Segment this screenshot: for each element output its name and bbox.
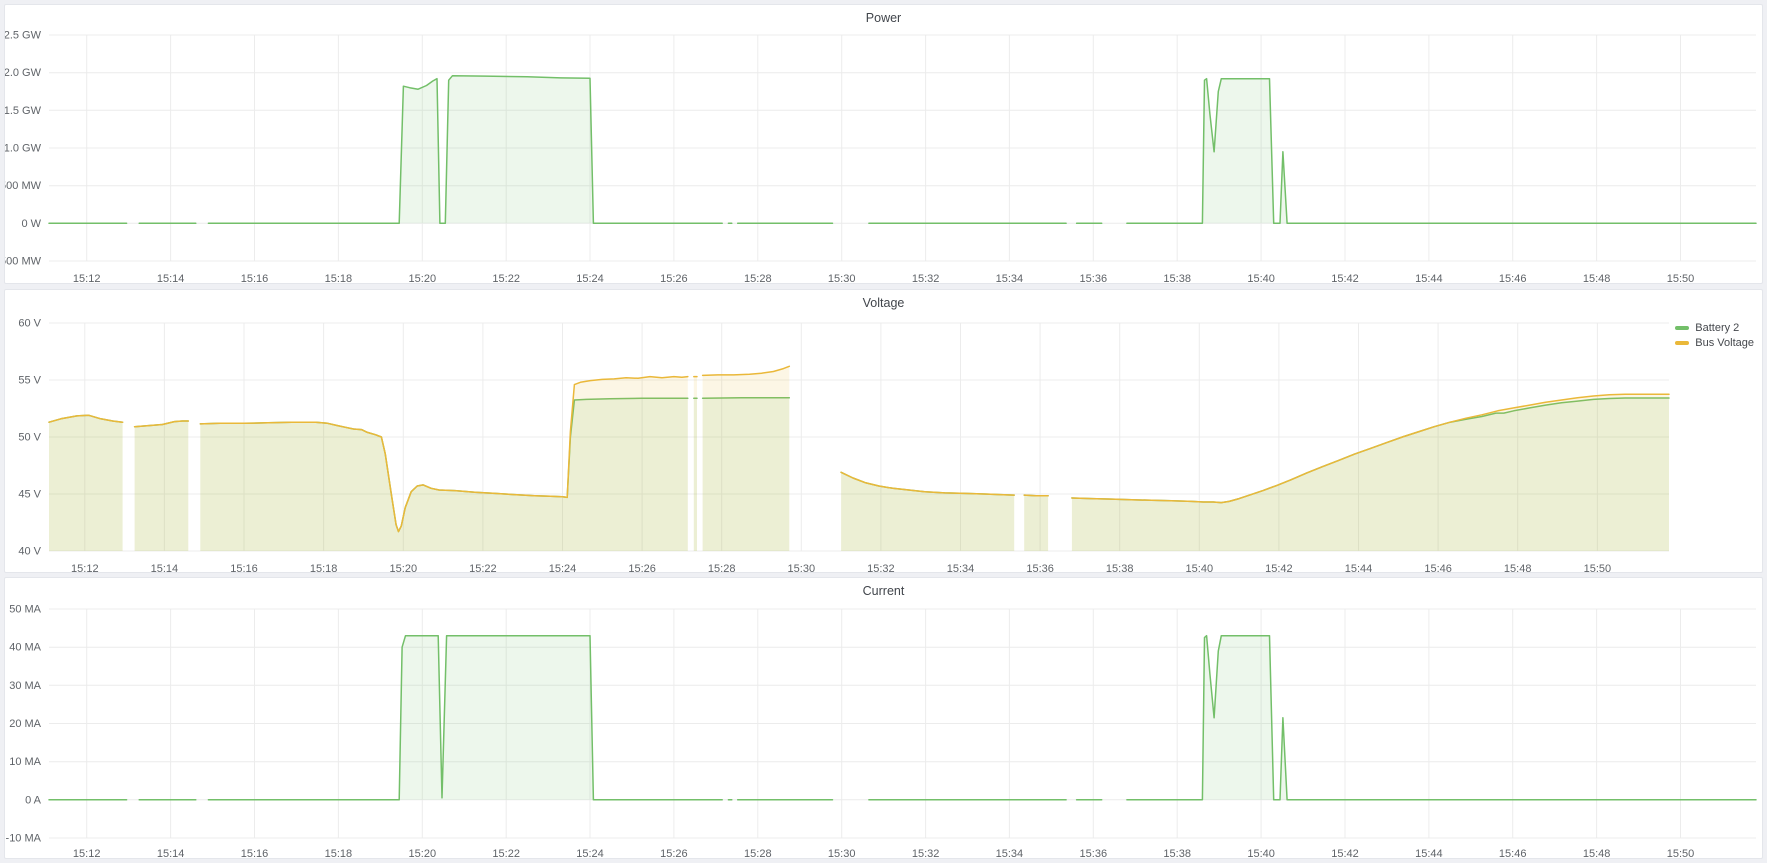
svg-text:15:50: 15:50 bbox=[1667, 848, 1695, 858]
panel-current-title[interactable]: Current bbox=[5, 584, 1762, 598]
svg-text:2.0 GW: 2.0 GW bbox=[5, 67, 42, 79]
svg-text:0 W: 0 W bbox=[21, 218, 41, 230]
svg-text:15:44: 15:44 bbox=[1415, 848, 1443, 858]
svg-text:50 MA: 50 MA bbox=[9, 604, 41, 616]
svg-text:15:26: 15:26 bbox=[660, 848, 688, 858]
svg-text:15:24: 15:24 bbox=[549, 563, 577, 572]
legend-item-battery-2[interactable]: Battery 2 bbox=[1675, 320, 1754, 335]
svg-text:15:46: 15:46 bbox=[1499, 848, 1527, 858]
legend-label-bus-voltage: Bus Voltage bbox=[1695, 337, 1754, 349]
legend-item-bus-voltage[interactable]: Bus Voltage bbox=[1675, 335, 1754, 350]
panel-voltage: Voltage 60 V 55 V 50 V 45 V 40 V 15:12 15:14 15… bbox=[4, 289, 1763, 573]
svg-text:15:34: 15:34 bbox=[996, 273, 1024, 283]
panel-voltage-title[interactable]: Voltage bbox=[5, 296, 1762, 310]
svg-text:30 MA: 30 MA bbox=[9, 680, 41, 692]
svg-text:15:20: 15:20 bbox=[409, 848, 437, 858]
svg-text:15:34: 15:34 bbox=[996, 848, 1024, 858]
grafana-dashboard: { "colors": { "green": "#73bf69", "green… bbox=[0, 0, 1767, 863]
svg-text:50 V: 50 V bbox=[18, 432, 41, 444]
battery-2-series-swatch bbox=[1675, 326, 1689, 330]
svg-text:15:44: 15:44 bbox=[1345, 563, 1373, 572]
svg-text:-10 MA: -10 MA bbox=[6, 833, 42, 845]
svg-text:15:22: 15:22 bbox=[492, 273, 520, 283]
svg-text:15:34: 15:34 bbox=[947, 563, 975, 572]
svg-text:15:24: 15:24 bbox=[576, 273, 604, 283]
svg-text:15:12: 15:12 bbox=[73, 848, 101, 858]
svg-text:15:28: 15:28 bbox=[708, 563, 736, 572]
svg-text:15:18: 15:18 bbox=[325, 273, 353, 283]
svg-text:15:12: 15:12 bbox=[71, 563, 99, 572]
svg-text:20 MA: 20 MA bbox=[9, 718, 41, 730]
svg-text:15:38: 15:38 bbox=[1106, 563, 1134, 572]
svg-text:15:36: 15:36 bbox=[1080, 273, 1108, 283]
svg-text:15:12: 15:12 bbox=[73, 273, 101, 283]
legend-label-battery-2: Battery 2 bbox=[1695, 322, 1739, 334]
svg-text:15:48: 15:48 bbox=[1583, 848, 1611, 858]
panel-power: Power 2.5 GW 2.0 GW 1.5 GW 1.0 GW 500 MW 0 W -… bbox=[4, 4, 1763, 284]
svg-text:0 A: 0 A bbox=[25, 794, 42, 806]
svg-text:15:28: 15:28 bbox=[744, 848, 772, 858]
power-chart-canvas[interactable]: 2.5 GW 2.0 GW 1.5 GW 1.0 GW 500 MW 0 W -500 MW… bbox=[5, 5, 1762, 283]
svg-text:15:16: 15:16 bbox=[241, 848, 269, 858]
svg-text:15:32: 15:32 bbox=[912, 273, 940, 283]
svg-text:15:18: 15:18 bbox=[310, 563, 338, 572]
svg-text:15:40: 15:40 bbox=[1247, 273, 1275, 283]
svg-text:45 V: 45 V bbox=[18, 489, 41, 501]
svg-text:15:42: 15:42 bbox=[1331, 273, 1359, 283]
svg-text:15:42: 15:42 bbox=[1265, 563, 1293, 572]
svg-text:15:14: 15:14 bbox=[157, 848, 185, 858]
svg-text:15:32: 15:32 bbox=[867, 563, 895, 572]
panel-current-plot[interactable]: 50 MA 40 MA 30 MA 20 MA 10 MA 0 A -10 MA 15:12 1… bbox=[5, 578, 1762, 858]
panel-voltage-plot[interactable]: 60 V 55 V 50 V 45 V 40 V 15:12 15:14 15:16 15:18… bbox=[5, 290, 1762, 572]
svg-text:15:46: 15:46 bbox=[1499, 273, 1527, 283]
svg-text:500 MW: 500 MW bbox=[5, 180, 42, 192]
svg-text:15:50: 15:50 bbox=[1667, 273, 1695, 283]
svg-text:40 V: 40 V bbox=[18, 546, 41, 558]
svg-text:15:16: 15:16 bbox=[241, 273, 269, 283]
svg-text:1.5 GW: 1.5 GW bbox=[5, 105, 42, 117]
svg-text:15:20: 15:20 bbox=[409, 273, 437, 283]
bus-voltage-series-swatch bbox=[1675, 341, 1689, 345]
svg-text:15:30: 15:30 bbox=[828, 273, 856, 283]
svg-text:60 V: 60 V bbox=[18, 318, 41, 330]
svg-text:40 MA: 40 MA bbox=[9, 642, 41, 654]
svg-text:15:40: 15:40 bbox=[1247, 848, 1275, 858]
svg-text:15:50: 15:50 bbox=[1584, 563, 1612, 572]
svg-text:15:26: 15:26 bbox=[628, 563, 656, 572]
svg-text:15:16: 15:16 bbox=[230, 563, 258, 572]
svg-text:15:18: 15:18 bbox=[325, 848, 353, 858]
svg-text:15:36: 15:36 bbox=[1080, 848, 1108, 858]
svg-text:15:22: 15:22 bbox=[469, 563, 497, 572]
svg-text:15:20: 15:20 bbox=[390, 563, 418, 572]
svg-text:15:30: 15:30 bbox=[828, 848, 856, 858]
svg-text:10 MA: 10 MA bbox=[9, 756, 41, 768]
svg-text:15:22: 15:22 bbox=[492, 848, 520, 858]
svg-text:15:28: 15:28 bbox=[744, 273, 772, 283]
svg-text:15:44: 15:44 bbox=[1415, 273, 1443, 283]
voltage-legend: Battery 2 Bus Voltage bbox=[1675, 320, 1754, 350]
panel-power-plot[interactable]: 2.5 GW 2.0 GW 1.5 GW 1.0 GW 500 MW 0 W -500 MW… bbox=[5, 5, 1762, 283]
panel-power-title[interactable]: Power bbox=[5, 11, 1762, 25]
svg-text:15:30: 15:30 bbox=[788, 563, 816, 572]
voltage-chart-canvas[interactable]: 60 V 55 V 50 V 45 V 40 V 15:12 15:14 15:16 15:18… bbox=[5, 290, 1762, 572]
svg-text:15:26: 15:26 bbox=[660, 273, 688, 283]
svg-text:15:38: 15:38 bbox=[1163, 848, 1191, 858]
svg-text:15:42: 15:42 bbox=[1331, 848, 1359, 858]
svg-text:15:36: 15:36 bbox=[1026, 563, 1054, 572]
current-chart-canvas[interactable]: 50 MA 40 MA 30 MA 20 MA 10 MA 0 A -10 MA 15:12 1… bbox=[5, 578, 1762, 858]
svg-text:15:38: 15:38 bbox=[1163, 273, 1191, 283]
svg-text:15:32: 15:32 bbox=[912, 848, 940, 858]
svg-text:55 V: 55 V bbox=[18, 375, 41, 387]
svg-text:-500 MW: -500 MW bbox=[5, 256, 42, 268]
svg-text:15:48: 15:48 bbox=[1504, 563, 1532, 572]
svg-text:2.5 GW: 2.5 GW bbox=[5, 30, 42, 42]
svg-text:15:14: 15:14 bbox=[151, 563, 179, 572]
svg-text:15:46: 15:46 bbox=[1424, 563, 1452, 572]
svg-text:15:40: 15:40 bbox=[1186, 563, 1214, 572]
svg-text:15:14: 15:14 bbox=[157, 273, 185, 283]
svg-text:1.0 GW: 1.0 GW bbox=[5, 143, 42, 155]
svg-text:15:24: 15:24 bbox=[576, 848, 604, 858]
svg-text:15:48: 15:48 bbox=[1583, 273, 1611, 283]
panel-current: Current 50 MA 40 MA 30 MA 20 MA 10 MA 0 A -10 … bbox=[4, 577, 1763, 859]
